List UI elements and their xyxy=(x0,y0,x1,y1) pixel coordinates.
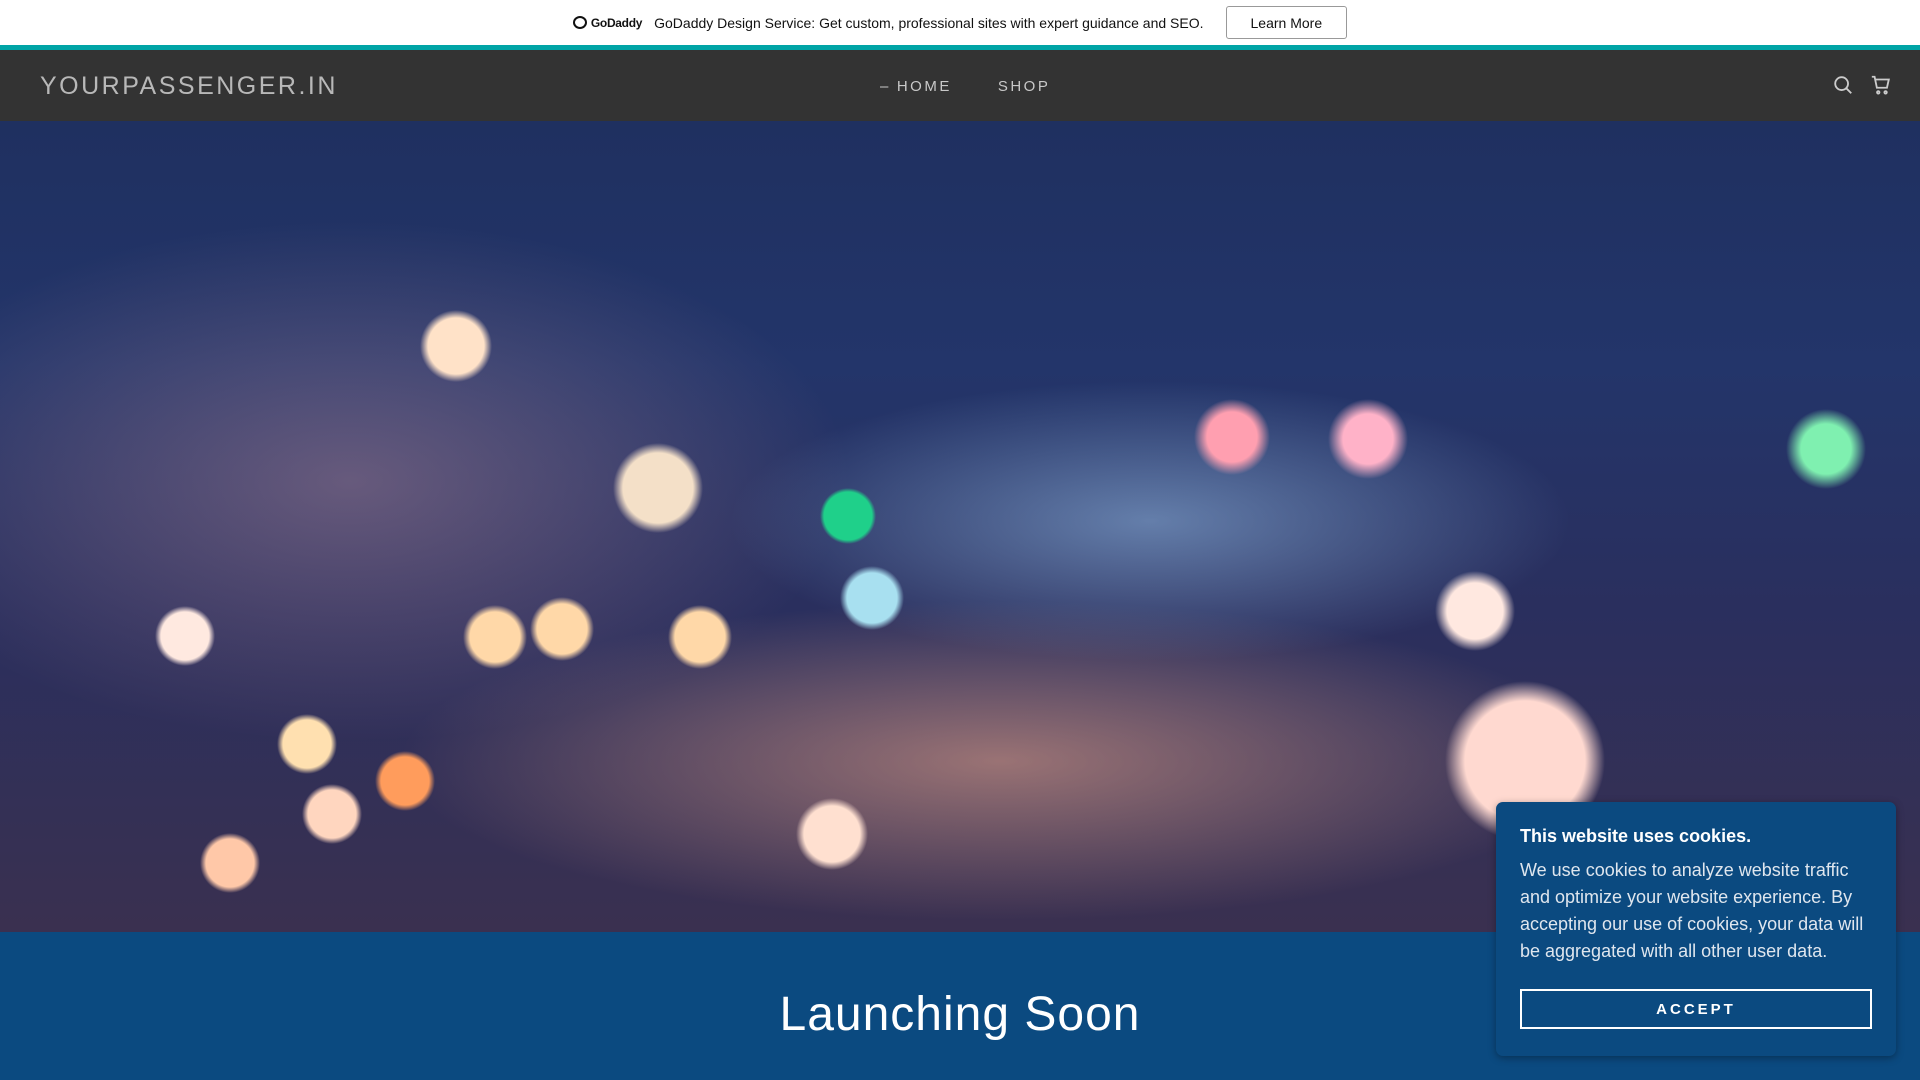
nav-home-label: HOME xyxy=(896,78,952,95)
search-icon[interactable] xyxy=(1832,74,1854,96)
cookie-body: We use cookies to analyze website traffi… xyxy=(1520,860,1864,961)
learn-more-button[interactable]: Learn More xyxy=(1225,6,1348,39)
banner-message: GoDaddy Design Service: Get custom, prof… xyxy=(654,14,1204,31)
accept-cookies-button[interactable]: ACCEPT xyxy=(1520,989,1872,1029)
nav-item-shop[interactable]: SHOP xyxy=(998,78,1051,95)
header-icons xyxy=(1832,74,1892,96)
godaddy-logo-icon xyxy=(572,16,587,29)
active-indicator: – xyxy=(880,78,891,95)
cookie-banner: This website uses cookies. We use cookie… xyxy=(1496,802,1896,1056)
godaddy-logo: GoDaddy xyxy=(572,15,643,30)
nav-item-home[interactable]: – HOME xyxy=(880,78,952,95)
site-header: YOURPASSENGER.IN – HOME SHOP xyxy=(0,50,1920,121)
cart-icon[interactable] xyxy=(1870,74,1892,96)
site-logo[interactable]: YOURPASSENGER.IN xyxy=(40,72,338,101)
cookie-title: This website uses cookies. xyxy=(1520,826,1752,846)
promo-banner: GoDaddy GoDaddy Design Service: Get cust… xyxy=(0,0,1920,45)
main-nav: – HOME SHOP xyxy=(880,78,1050,95)
godaddy-brand: GoDaddy xyxy=(590,15,643,30)
